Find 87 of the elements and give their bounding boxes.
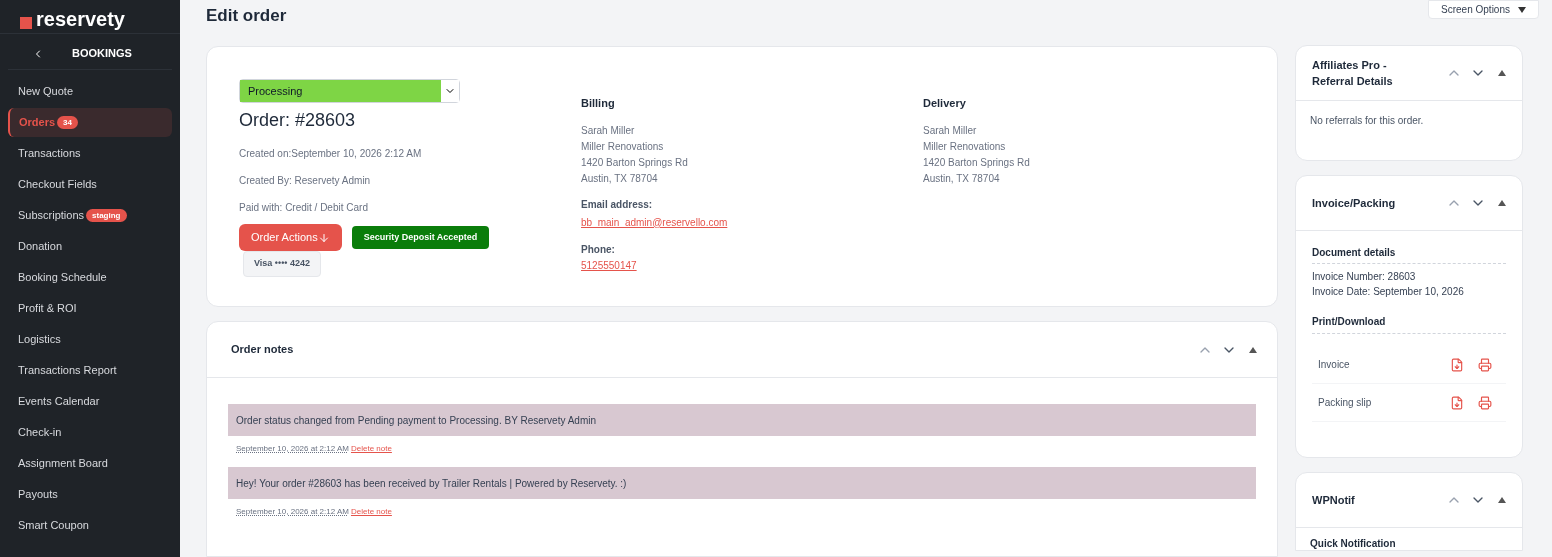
note-date: September 10, 2026 at 2:12 AM (236, 506, 349, 518)
logo: reservety (36, 9, 125, 29)
order-meta: Created By: Reservety Admin (239, 174, 372, 188)
print-icon[interactable] (1478, 395, 1492, 410)
sidebar-item-label: Profit & ROI (18, 301, 77, 317)
note-bubble: Order status changed from Pending payment to Processing. BY Reservety Admin (228, 404, 1256, 436)
sidebar-item[interactable]: Check-in (8, 417, 172, 448)
sidebar-item[interactable]: Payouts (8, 479, 172, 510)
section-title: BOOKINGS (72, 46, 132, 62)
sidebar-item-label: Transactions Report (18, 363, 117, 379)
section-heading: Quick Notification (1309, 537, 1397, 550)
sidebar-item-label: Events Calendar (18, 394, 100, 410)
sidebar-item[interactable]: Smart Coupon (8, 510, 172, 541)
section-heading: Print/Download (1312, 314, 1506, 334)
sidebar-item[interactable]: Logistics (8, 324, 172, 355)
email-label: Email address: (581, 197, 654, 212)
address-line: Sarah Miller (581, 123, 636, 138)
sidebar-item[interactable]: Orders 34 (8, 108, 172, 137)
sidebar-item-label: Logistics (18, 332, 61, 348)
section-heading: Document details (1312, 245, 1506, 264)
order-title: Order: #28603 (239, 109, 357, 132)
collapse-icon[interactable] (1249, 346, 1257, 353)
address-line: 1420 Barton Springs Rd (581, 155, 689, 170)
logo-mark-icon (20, 17, 32, 29)
sidebar-item-label: Payouts (18, 487, 58, 503)
sidebar-item-label: Booking Schedule (18, 270, 107, 286)
address-line: Miller Renovations (581, 139, 665, 154)
sidebar-item-label: Checkout Fields (18, 177, 97, 193)
order-meta: Paid with: Credit / Debit Card (239, 201, 369, 215)
phone-label: Phone: (581, 242, 616, 257)
address-line: Austin, TX 78704 (923, 171, 1001, 186)
sidebar-item-label: Orders (19, 115, 56, 131)
sidebar-item-label: Transactions (18, 146, 81, 162)
panel-title: Affiliates Pro - Referral Details (1312, 58, 1394, 89)
panel-title: Invoice/Packing (1312, 196, 1397, 211)
document-name: Invoice (1318, 358, 1351, 372)
sidebar-item[interactable]: Assignment Board (8, 448, 172, 479)
count-badge: 34 (57, 116, 78, 129)
sidebar-item[interactable]: Transactions (8, 138, 172, 169)
collapse-icon[interactable] (1498, 497, 1506, 503)
note-bubble: Hey! Your order #28603 has been received by Trailer Rentals | Powered by Reservety. :) (228, 467, 1256, 499)
deposit-badge: Security Deposit Accepted (351, 226, 490, 249)
order-actions-button[interactable]: Order Actions (239, 224, 342, 251)
sidebar-item[interactable]: Checkout Fields (8, 169, 172, 200)
collapse-icon[interactable] (1498, 70, 1506, 76)
sidebar-item-label: Smart Coupon (18, 518, 89, 534)
download-icon[interactable] (1450, 357, 1464, 372)
sidebar-item[interactable]: Transactions Report (8, 355, 172, 386)
panel-title: Order notes (231, 342, 294, 358)
download-icon[interactable] (1450, 395, 1464, 410)
count-badge: staging (86, 209, 127, 222)
caret-icon (1518, 6, 1526, 13)
sidebar-item[interactable]: Events Calendar (8, 386, 172, 417)
sidebar-item-label: Donation (18, 239, 63, 255)
order-meta: Created on:September 10, 2026 2:12 AM (239, 147, 423, 161)
screen-options-button[interactable]: Screen Options (1428, 0, 1539, 19)
email-link[interactable]: bb_main_admin@reservello.com (581, 214, 728, 230)
print-icon[interactable] (1478, 357, 1492, 372)
sidebar-item[interactable]: Booking Schedule (8, 262, 172, 293)
billing-heading: Billing (581, 96, 616, 111)
sidebar-item[interactable]: New Quote (8, 76, 172, 107)
collapse-icon[interactable] (1498, 200, 1506, 206)
status-select[interactable]: Processing (239, 79, 460, 103)
panel-text: No referrals for this order. (1309, 114, 1425, 128)
sidebar-item-label: Subscriptions (18, 208, 85, 224)
sidebar-item-label: New Quote (18, 84, 74, 100)
address-line: Miller Renovations (923, 139, 1007, 154)
page-title: Edit order (206, 5, 287, 27)
invoice-detail: Invoice Number: 28603 (1312, 270, 1417, 284)
delivery-heading: Delivery (923, 96, 967, 111)
sidebar-item-label: Check-in (18, 425, 62, 441)
note-date: September 10, 2026 at 2:12 AM (236, 443, 349, 455)
invoice-detail: Invoice Date: September 10, 2026 (1312, 285, 1465, 299)
address-line: 1420 Barton Springs Rd (923, 155, 1030, 170)
address-line: Sarah Miller (923, 123, 978, 138)
card-badge: Visa •••• 4242 (243, 251, 321, 277)
phone-link[interactable]: 5125550147 (581, 257, 637, 273)
sidebar-item-label: Assignment Board (18, 456, 108, 472)
address-line: Austin, TX 78704 (581, 171, 659, 186)
sidebar-item[interactable]: Profit & ROI (8, 293, 172, 324)
document-name: Packing slip (1318, 396, 1373, 410)
sidebar-item[interactable]: Subscriptions staging (8, 200, 172, 231)
delete-note-link[interactable]: Delete note (350, 443, 392, 455)
arrow-down-icon (317, 231, 330, 244)
sidebar-item[interactable]: Donation (8, 231, 172, 262)
panel-title: WPNotif (1312, 492, 1355, 508)
delete-note-link[interactable]: Delete note (350, 506, 392, 518)
